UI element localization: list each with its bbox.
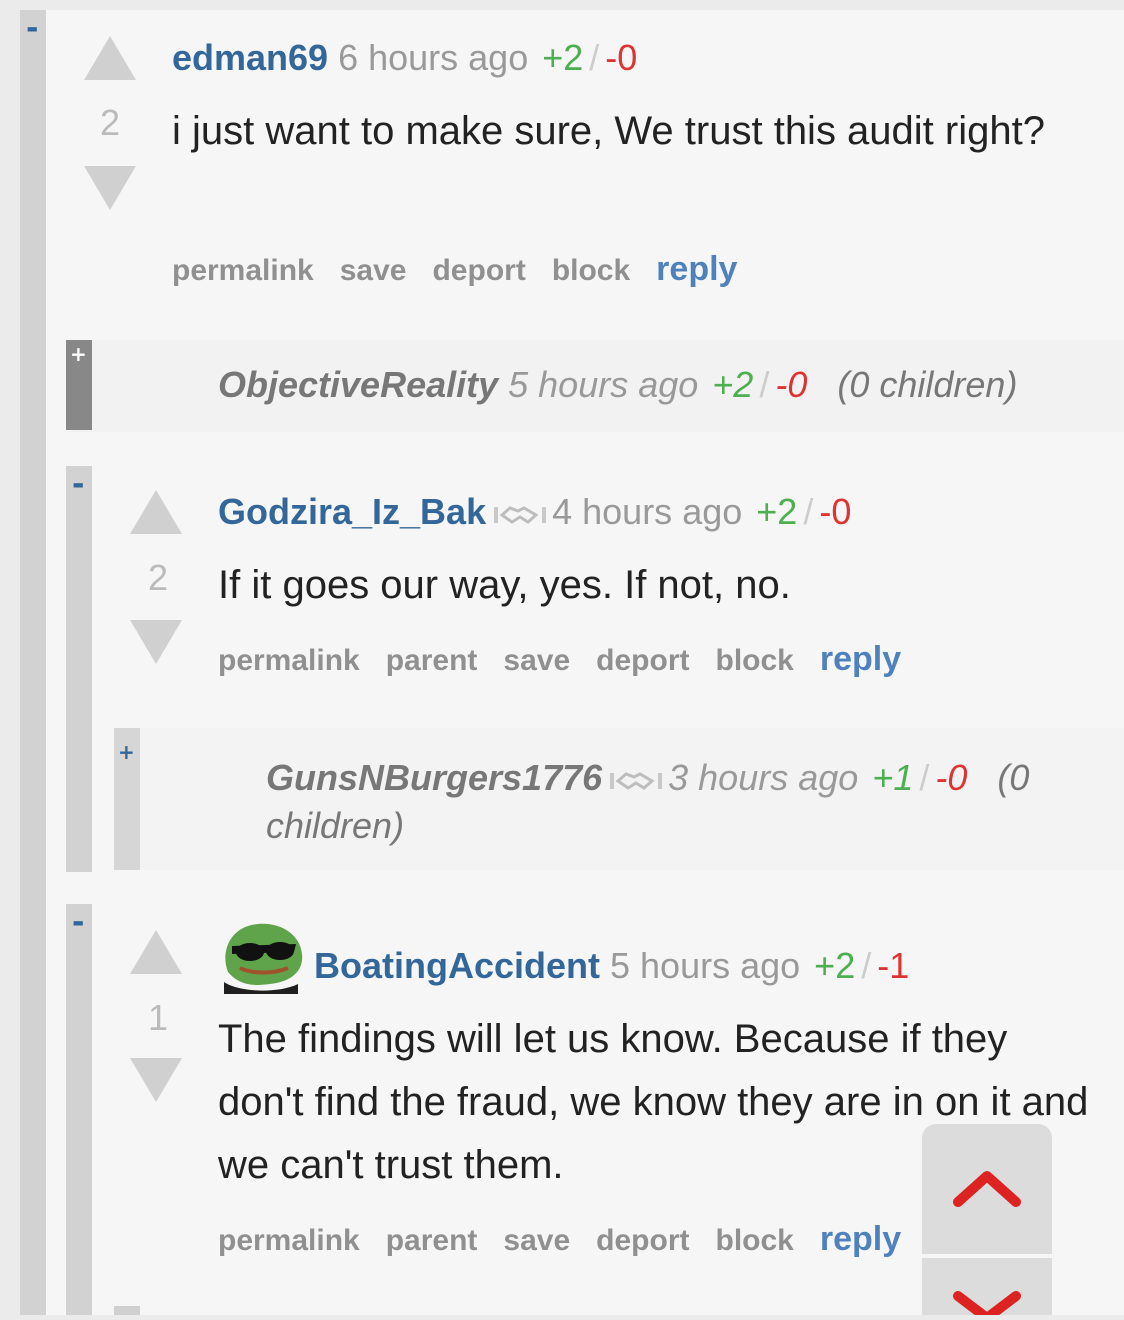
comment-header: BoatingAccident 5 hours ago +2/-1 xyxy=(314,944,909,987)
chevron-up-icon xyxy=(953,1171,1021,1207)
save-link[interactable]: save xyxy=(503,644,570,677)
thread-guide-edman69[interactable] xyxy=(20,10,46,1315)
author-link[interactable]: ObjectiveReality xyxy=(218,364,498,405)
deport-link[interactable]: deport xyxy=(432,254,525,287)
timestamp: 3 hours ago xyxy=(668,757,859,798)
downvote-count: -0 xyxy=(935,757,968,798)
upvote-count: +2 xyxy=(814,945,856,986)
expand-toggle-objectivereality[interactable]: + xyxy=(70,344,87,364)
children-count-line2: children) xyxy=(266,805,405,846)
collapsed-comment-header[interactable]: ObjectiveReality 5 hours ago +2/-0 (0 child… xyxy=(218,363,1017,406)
handshake-badge-icon xyxy=(610,759,663,802)
upvote-count: +1 xyxy=(872,757,914,798)
vote-separator: / xyxy=(861,945,872,986)
deport-link[interactable]: deport xyxy=(596,644,689,677)
block-link[interactable]: block xyxy=(716,644,794,677)
children-count-continued: children) xyxy=(266,804,404,847)
comment-body: i just want to make sure, We trust this … xyxy=(172,109,1045,153)
chevron-down-icon xyxy=(953,1291,1021,1320)
upvote-count: +2 xyxy=(756,491,798,532)
vote-separator: / xyxy=(919,757,930,798)
author-link[interactable]: GunsNBurgers1776 xyxy=(266,757,602,798)
thread-guide-boatingaccident[interactable] xyxy=(66,904,92,1315)
comment-actions: permalink save deport block reply xyxy=(172,250,737,289)
downvote-count: -1 xyxy=(877,945,910,986)
vote-separator: / xyxy=(589,37,600,78)
collapsed-comment-header[interactable]: GunsNBurgers1776 3 hours ago +1/-0 (0 xyxy=(266,756,1029,802)
vote-score: 1 xyxy=(147,997,169,1038)
scroll-down-button[interactable] xyxy=(922,1258,1052,1320)
vote-separator: / xyxy=(803,491,814,532)
timestamp: 5 hours ago xyxy=(508,364,699,405)
save-link[interactable]: save xyxy=(503,1224,570,1257)
vote-score: 2 xyxy=(99,102,121,143)
comment-body: If it goes our way, yes. If not, no. xyxy=(218,563,791,607)
upvote-arrow-icon[interactable] xyxy=(84,36,136,80)
handshake-badge-icon xyxy=(494,493,547,536)
timestamp: 6 hours ago xyxy=(338,37,529,78)
collapse-toggle-edman69[interactable]: - xyxy=(26,14,38,44)
timestamp: 5 hours ago xyxy=(610,945,801,986)
block-link[interactable]: block xyxy=(552,254,630,287)
reply-link[interactable]: reply xyxy=(656,250,737,288)
block-link[interactable]: block xyxy=(716,1224,794,1257)
permalink-link[interactable]: permalink xyxy=(218,1224,360,1257)
downvote-arrow-icon[interactable] xyxy=(84,166,136,210)
permalink-link[interactable]: permalink xyxy=(218,644,360,677)
reply-link[interactable]: reply xyxy=(820,1220,901,1258)
comment-header: Godzira_Iz_Bak 4 hours ago +2/-0 xyxy=(218,490,851,536)
upvote-arrow-icon[interactable] xyxy=(130,490,182,534)
upvote-count: +2 xyxy=(712,364,754,405)
downvote-count: -0 xyxy=(775,364,808,405)
deport-link[interactable]: deport xyxy=(596,1224,689,1257)
comment-actions: permalink parent save deport block reply xyxy=(218,1220,901,1259)
timestamp: 4 hours ago xyxy=(552,491,743,532)
downvote-count: -0 xyxy=(819,491,852,532)
reply-link[interactable]: reply xyxy=(820,640,901,678)
author-link[interactable]: edman69 xyxy=(172,37,328,78)
downvote-count: -0 xyxy=(605,37,638,78)
children-count: (0 xyxy=(997,757,1030,798)
collapse-toggle-godzira[interactable]: - xyxy=(72,470,84,500)
children-count: (0 children) xyxy=(837,364,1018,405)
save-link[interactable]: save xyxy=(340,254,407,287)
downvote-arrow-icon[interactable] xyxy=(130,620,182,664)
permalink-link[interactable]: permalink xyxy=(172,254,314,287)
thread-guide-godzira[interactable] xyxy=(66,466,92,872)
parent-link[interactable]: parent xyxy=(386,1224,478,1257)
parent-link[interactable]: parent xyxy=(386,644,478,677)
vote-score: 2 xyxy=(147,557,169,598)
author-link[interactable]: Godzira_Iz_Bak xyxy=(218,491,486,532)
scroll-up-button[interactable] xyxy=(922,1124,1052,1254)
comment-header: edman69 6 hours ago +2/-0 xyxy=(172,36,637,79)
vote-separator: / xyxy=(759,364,770,405)
comment-actions: permalink parent save deport block reply xyxy=(218,640,901,679)
author-link[interactable]: BoatingAccident xyxy=(314,945,600,986)
downvote-arrow-icon[interactable] xyxy=(130,1058,182,1102)
expand-toggle-gunsnburgers[interactable]: + xyxy=(118,742,135,762)
frog-avatar-icon[interactable] xyxy=(218,912,306,994)
collapse-toggle-boatingaccident[interactable]: - xyxy=(72,908,84,938)
next-comment-guide xyxy=(114,1306,140,1315)
upvote-arrow-icon[interactable] xyxy=(130,930,182,974)
upvote-count: +2 xyxy=(542,37,584,78)
